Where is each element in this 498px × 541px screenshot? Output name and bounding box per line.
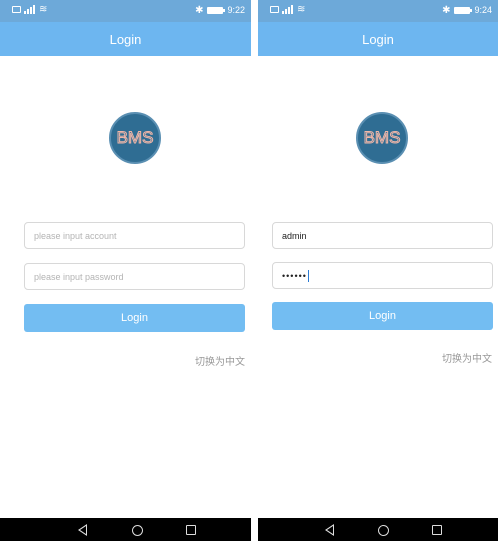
screenshot-canvas: ≋ ✱ 9:22 Login BMS please input account … [0, 0, 498, 541]
password-input[interactable]: please input password [24, 263, 245, 290]
title-bar: Login [258, 22, 498, 56]
battery-icon [207, 6, 226, 14]
account-value: admin [282, 230, 307, 241]
status-right-icons: ✱ 9:24 [442, 5, 492, 15]
password-placeholder: please input password [34, 271, 124, 282]
login-button-label: Login [369, 310, 396, 322]
bluetooth-icon: ✱ [195, 4, 204, 16]
recents-icon [186, 525, 196, 535]
bms-logo: BMS [109, 112, 161, 164]
account-placeholder: please input account [34, 230, 117, 241]
sim-icon [12, 6, 21, 13]
back-icon [324, 524, 334, 536]
system-nav-bar [258, 518, 498, 541]
page-title: Login [109, 31, 142, 47]
signal-icon [24, 5, 36, 14]
password-value: •••••• [282, 270, 307, 281]
status-left-icons: ≋ [12, 4, 48, 15]
status-bar: ≋ ✱ 9:22 [0, 0, 251, 22]
bms-logo: BMS [356, 112, 408, 164]
password-input[interactable]: •••••• [272, 262, 493, 289]
signal-icon [282, 5, 294, 14]
title-bar: Login [0, 22, 251, 56]
back-button[interactable] [322, 523, 336, 537]
phone-screen-empty-form: ≋ ✱ 9:22 Login BMS please input account … [0, 0, 251, 541]
system-nav-bar [0, 518, 251, 541]
sim-icon [270, 6, 279, 13]
battery-icon [454, 6, 473, 14]
phone-screen-filled-form: ≋ ✱ 9:24 Login BMS admin •••••• Login 切换… [258, 0, 498, 541]
logo-text: BMS [363, 128, 401, 148]
login-button-label: Login [121, 312, 148, 324]
account-input[interactable]: please input account [24, 222, 245, 249]
recents-button[interactable] [184, 523, 198, 537]
home-icon [131, 524, 143, 536]
login-button[interactable]: Login [272, 302, 493, 330]
status-left-icons: ≋ [270, 4, 306, 15]
bluetooth-icon: ✱ [442, 4, 451, 16]
login-button[interactable]: Login [24, 304, 245, 332]
status-bar: ≋ ✱ 9:24 [258, 0, 498, 22]
logo-text: BMS [116, 128, 154, 148]
wifi-icon: ≋ [297, 4, 306, 15]
status-time: 9:24 [474, 5, 492, 15]
text-cursor [307, 269, 309, 282]
wifi-icon: ≋ [39, 4, 48, 15]
status-right-icons: ✱ 9:22 [195, 5, 245, 15]
back-button[interactable] [75, 523, 89, 537]
language-switch-link[interactable]: 切换为中文 [195, 353, 245, 368]
language-switch-link[interactable]: 切换为中文 [442, 350, 492, 365]
status-time: 9:22 [227, 5, 245, 15]
recents-icon [432, 525, 442, 535]
page-title: Login [362, 31, 394, 47]
home-button[interactable] [376, 523, 390, 537]
recents-button[interactable] [430, 523, 444, 537]
home-icon [377, 524, 389, 536]
back-icon [77, 524, 87, 536]
account-input[interactable]: admin [272, 222, 493, 249]
home-button[interactable] [130, 523, 144, 537]
